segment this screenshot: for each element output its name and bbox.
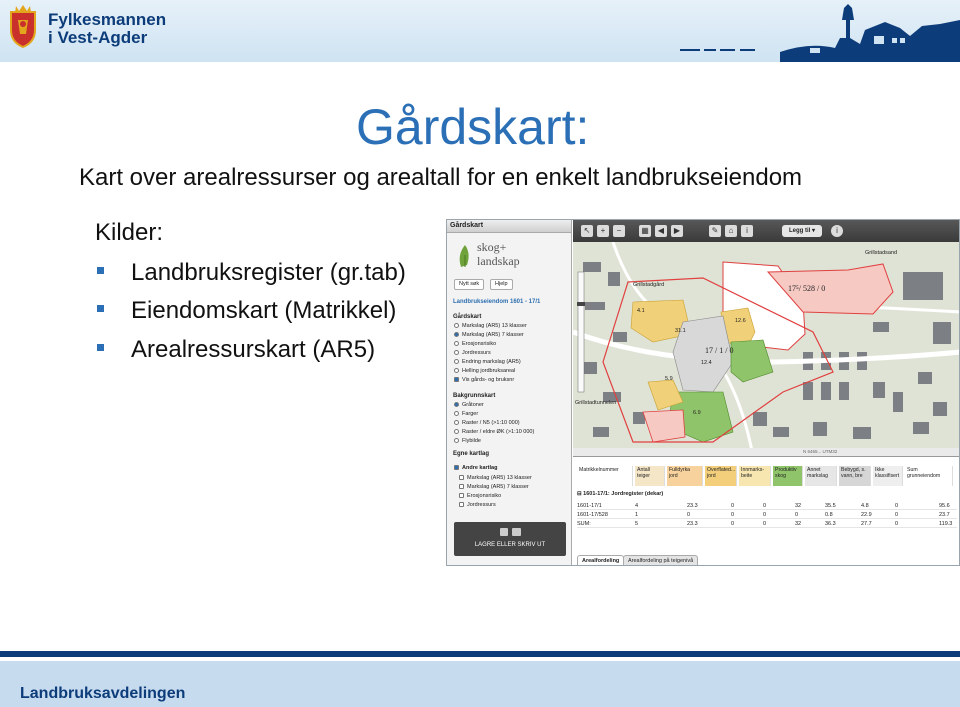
radio-option[interactable]: Flybilde bbox=[454, 438, 481, 444]
parcel-label: 17 / 1 / 0 bbox=[705, 346, 734, 355]
radio-option[interactable]: Raster / N5 (>1:10 000) bbox=[454, 420, 520, 426]
gardskart-app-screenshot: Gårdskart skog+ landskap Nytt søk Hjelp … bbox=[446, 219, 960, 566]
forward-icon[interactable]: ▶ bbox=[671, 225, 683, 237]
bullet-item: Eiendomskart (Matrikkel) bbox=[97, 297, 396, 325]
area-label: 5.9 bbox=[665, 376, 673, 382]
table-header[interactable]: Fulldyrka jord bbox=[667, 466, 703, 486]
left-panel: Gårdskart skog+ landskap Nytt søk Hjelp … bbox=[447, 220, 572, 565]
checkbox-option[interactable]: Erosjonsrisiko bbox=[459, 493, 501, 499]
checkbox-option[interactable]: Andre kartlag bbox=[454, 465, 497, 471]
help-icon[interactable]: i bbox=[831, 225, 843, 237]
radio-option[interactable]: Erosjonsrisiko bbox=[454, 341, 496, 347]
area-label: 6.9 bbox=[693, 410, 701, 416]
egne-kartlag-title[interactable]: Egne kartlag bbox=[453, 451, 489, 457]
table-header[interactable]: Produktiv skog bbox=[773, 466, 803, 486]
print-icon bbox=[512, 528, 521, 536]
map-street-label: Grillstadsand bbox=[865, 250, 898, 256]
footer-department-name: Landbruksavdelingen bbox=[20, 685, 186, 702]
checkbox-option[interactable]: Markslag (AR5) 13 klasser bbox=[459, 475, 532, 481]
zoom-out-icon[interactable]: − bbox=[613, 225, 625, 237]
radio-option[interactable]: Farger bbox=[454, 411, 478, 417]
area-label: 4.1 bbox=[637, 308, 645, 314]
slide-footer: Landbruksavdelingen bbox=[0, 651, 960, 707]
slide-title: Gårdskart: bbox=[356, 99, 590, 155]
table-header[interactable]: Innmarks-beite bbox=[739, 466, 771, 486]
save-icon bbox=[500, 528, 508, 536]
back-icon[interactable]: ◀ bbox=[655, 225, 667, 237]
lighthouse-village-silhouette-icon bbox=[680, 4, 960, 62]
tab-arealfordeling-teig[interactable]: Arealfordeling på teigenivå bbox=[623, 555, 699, 565]
slide-header-bar: Fylkesmannen i Vest-Agder bbox=[0, 0, 960, 62]
radio-option[interactable]: Raster / eldre ØK (>1:10 000) bbox=[454, 429, 534, 435]
table-header[interactable]: Sum grunneiendom bbox=[905, 466, 953, 486]
checkbox-option[interactable]: Markslag (AR5) 7 klasser bbox=[459, 484, 529, 490]
new-search-button[interactable]: Nytt søk bbox=[454, 279, 485, 290]
map-view[interactable]: Grillstadgård Grillstadtunnelen Grillsta… bbox=[573, 242, 959, 456]
table-header[interactable]: Overflated... jord bbox=[705, 466, 737, 486]
map-coordinate-readout: N 6465... UTM32 bbox=[803, 449, 838, 454]
radio-option[interactable]: Jordressurs bbox=[454, 350, 491, 356]
coat-of-arms-icon bbox=[10, 5, 36, 48]
bullet-item: Landbruksregister (gr.tab) bbox=[97, 259, 406, 287]
bullet-item: Arealressurskart (AR5) bbox=[97, 336, 375, 364]
map-graphic bbox=[573, 242, 959, 456]
table-header[interactable]: Annet markslag bbox=[805, 466, 837, 486]
svg-text:skog+: skog+ bbox=[477, 240, 507, 254]
panel-title: Gårdskart bbox=[447, 220, 571, 233]
extent-icon[interactable]: ▦ bbox=[639, 225, 651, 237]
slide-subtitle: Kart over arealressurser og arealtall fo… bbox=[79, 164, 803, 191]
bullet-square-icon bbox=[97, 344, 104, 352]
measure-icon[interactable]: ✎ bbox=[709, 225, 721, 237]
table-header[interactable]: Ikke klassifisert bbox=[873, 466, 903, 486]
radio-option[interactable]: Markslag (AR5) 7 klasser bbox=[454, 332, 524, 338]
area-table-panel: Matrikkelnummer Antall teiger Fulldyrka … bbox=[573, 456, 959, 565]
area-label: 12.6 bbox=[735, 318, 746, 324]
area-label: 31.1 bbox=[675, 328, 686, 334]
save-or-print-button[interactable]: LAGRE ELLER SKRIV UT bbox=[454, 522, 566, 556]
radio-option[interactable]: Markslag (AR5) 13 klasser bbox=[454, 323, 527, 329]
radio-option[interactable]: Gråtoner bbox=[454, 402, 484, 408]
checkbox-option[interactable]: Vis gårds- og bruksnr bbox=[454, 377, 514, 383]
table-header[interactable]: Matrikkelnummer bbox=[577, 466, 633, 486]
table-group-heading[interactable]: ⊟ 1601-17/1: Jordregister (dekar) bbox=[577, 491, 663, 497]
tab-arealfordeling[interactable]: Arealfordeling bbox=[577, 555, 625, 565]
draw-icon[interactable]: ⌂ bbox=[725, 225, 737, 237]
parcel-label: 17⁵/ 528 / 0 bbox=[788, 284, 826, 293]
help-button[interactable]: Hjelp bbox=[490, 279, 513, 290]
area-label: 12.4 bbox=[701, 360, 712, 366]
table-row: 1601-17/1 4 23.3 0 0 32 35.5 4.8 0 95.6 bbox=[577, 502, 957, 510]
organization-name-line2: i Vest-Agder bbox=[48, 28, 148, 47]
table-row: 1601-17/528 1 0 0 0 0 0.8 22.9 0 23.7 bbox=[577, 511, 957, 519]
map-street-label: Grillstadtunnelen bbox=[575, 400, 617, 406]
pointer-icon[interactable]: ↖ bbox=[581, 225, 593, 237]
bullet-square-icon bbox=[97, 305, 104, 313]
map-street-label: Grillstadgård bbox=[633, 282, 665, 288]
zoom-in-icon[interactable]: + bbox=[597, 225, 609, 237]
svg-text:landskap: landskap bbox=[477, 254, 520, 268]
info-icon[interactable]: i bbox=[741, 225, 753, 237]
radio-option[interactable]: Endring markslag (AR5) bbox=[454, 359, 521, 365]
skog-landskap-logo: skog+ landskap bbox=[459, 240, 520, 268]
property-heading: Landbrukseiendom 1601 - 17/1 bbox=[453, 299, 541, 305]
checkbox-option[interactable]: Jordressurs bbox=[459, 502, 496, 508]
table-header[interactable]: Antall teiger bbox=[635, 466, 665, 486]
table-row: SUM: 5 23.3 0 0 32 36.3 27.7 0 119.3 bbox=[577, 520, 957, 528]
table-header[interactable]: Bebygd, s. vann, bre bbox=[839, 466, 871, 486]
bullet-square-icon bbox=[97, 267, 104, 275]
gardskart-section-title: Gårdskart bbox=[453, 314, 482, 320]
add-layer-dropdown[interactable]: Legg til ▾ bbox=[782, 225, 822, 237]
organization-name-line1: Fylkesmannen bbox=[48, 10, 167, 29]
radio-option[interactable]: Helling jordbruksareal bbox=[454, 368, 515, 374]
map-toolbar: ↖ + − ▦ ◀ ▶ ✎ ⌂ i Legg til ▾ i bbox=[573, 220, 959, 242]
sources-label: Kilder: bbox=[95, 219, 164, 246]
bakgrunnskart-section-title: Bakgrunnskart bbox=[453, 393, 496, 399]
